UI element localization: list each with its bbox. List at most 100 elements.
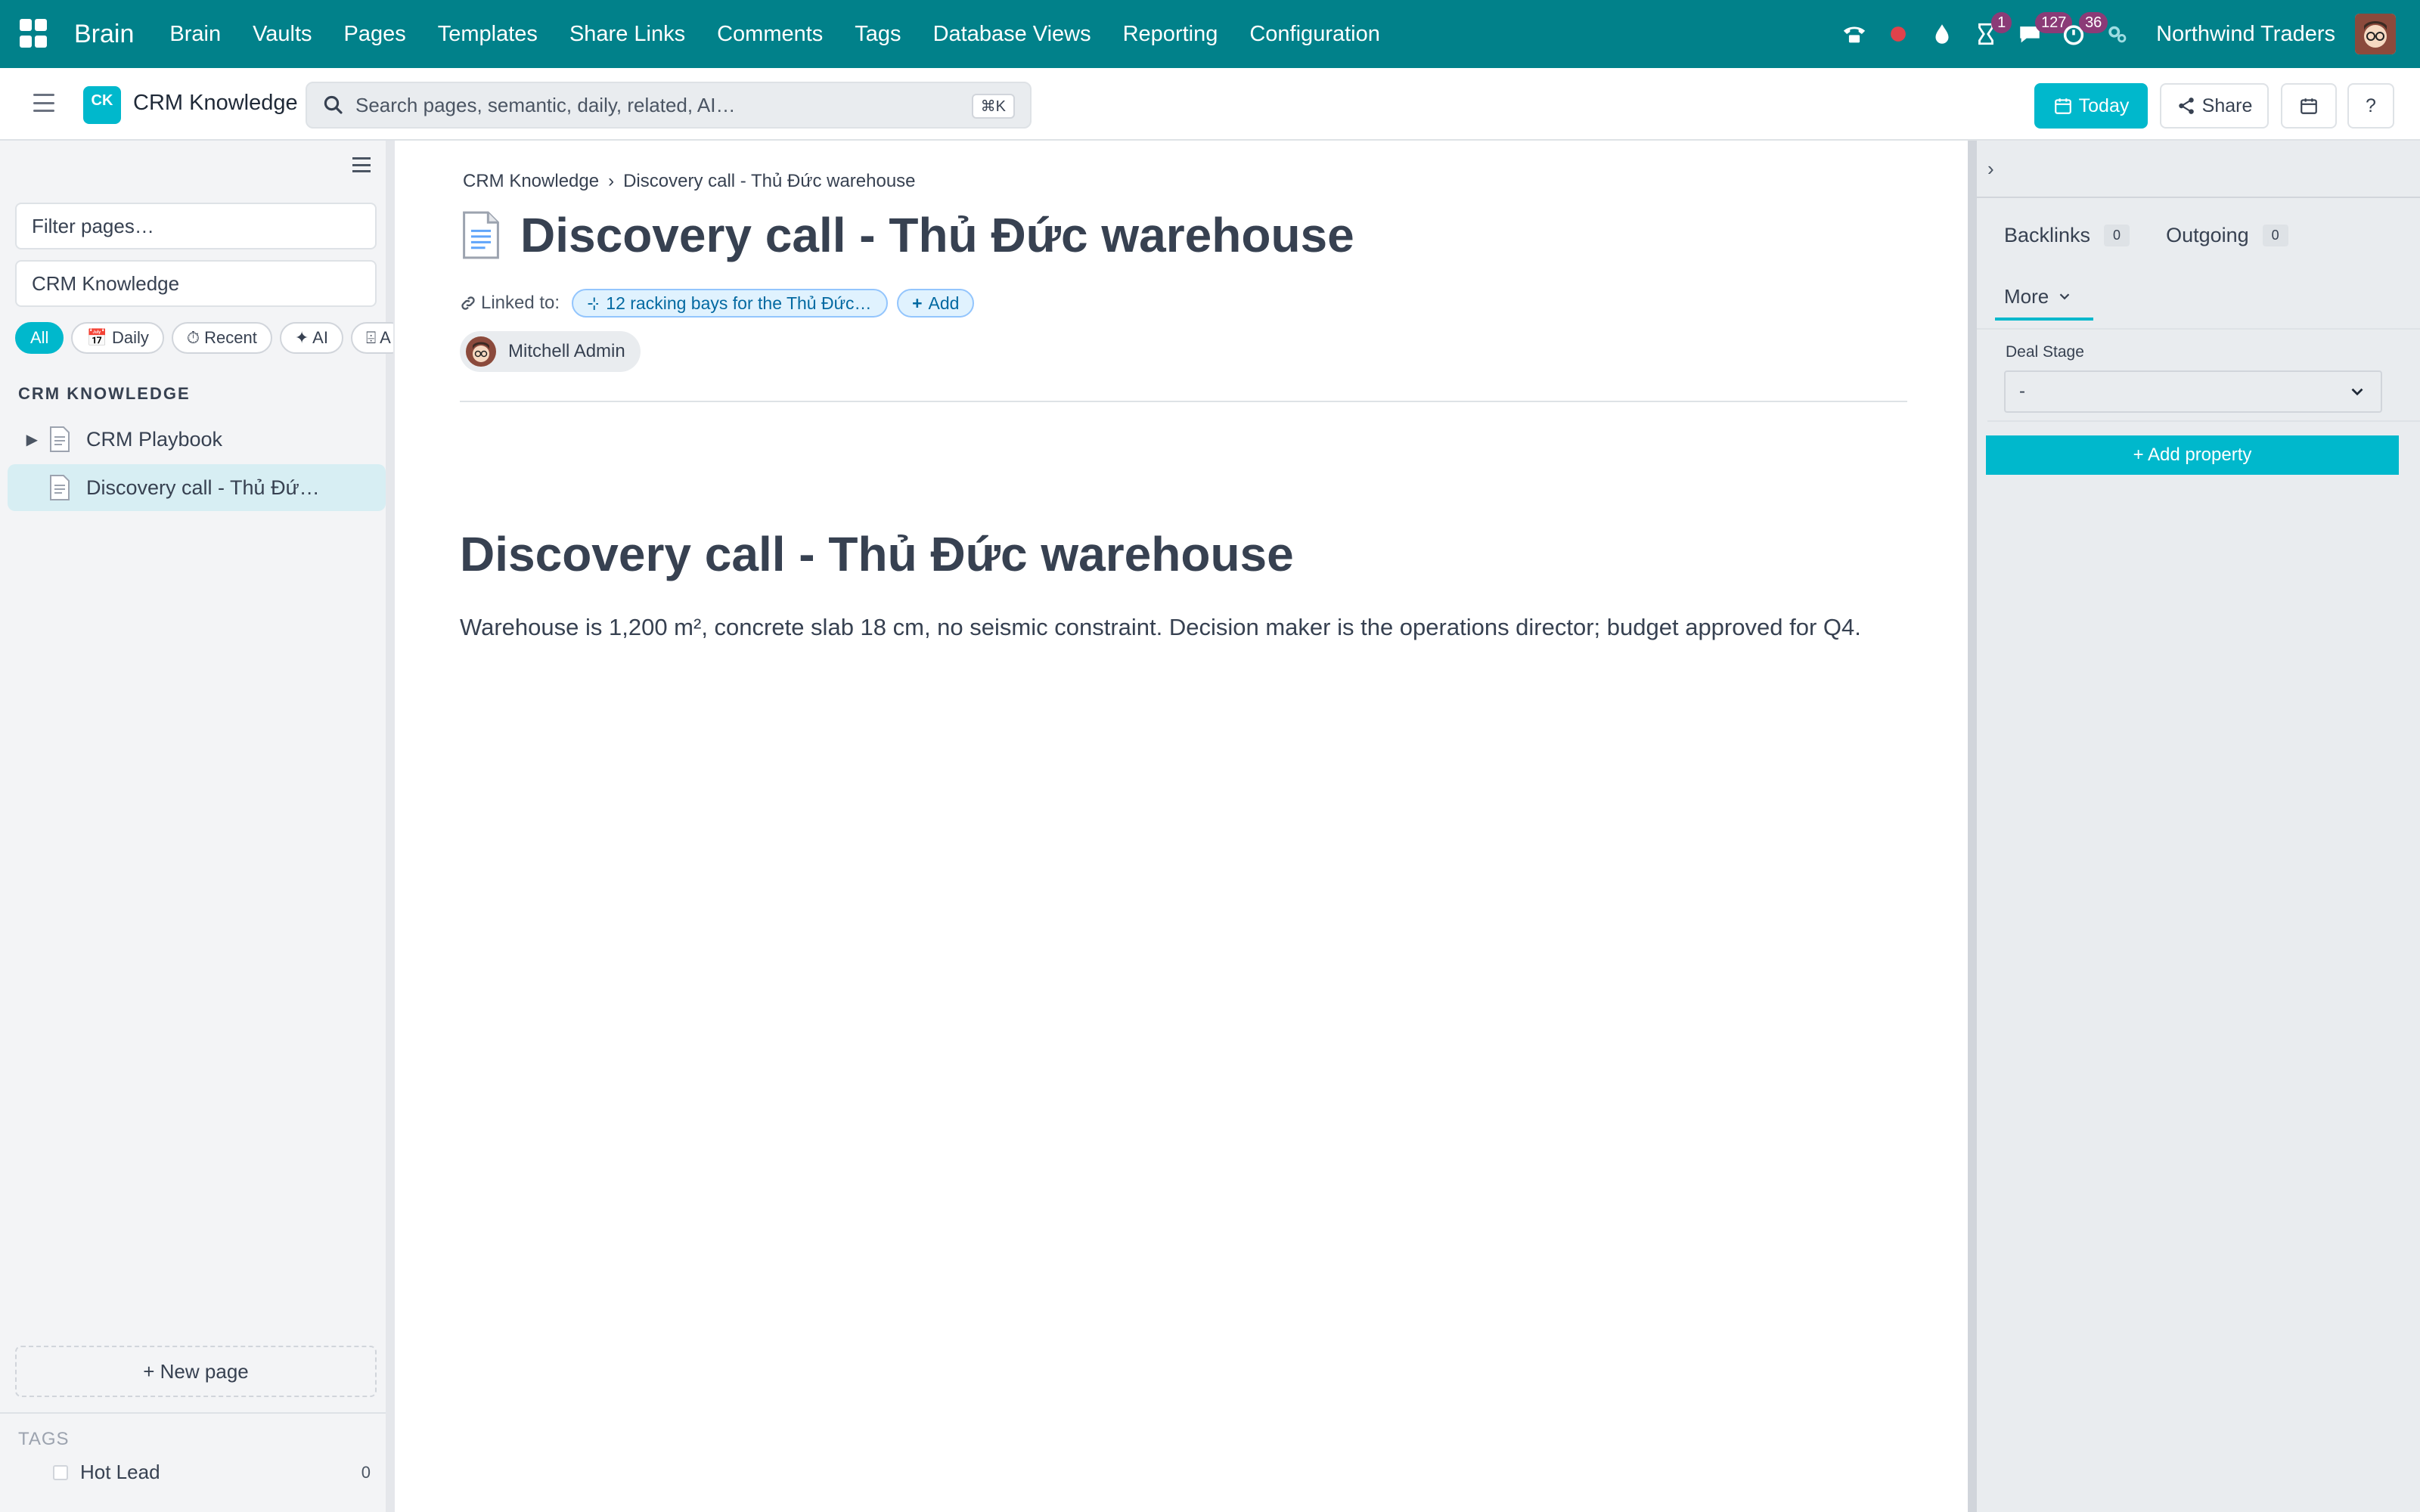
body-paragraph[interactable]: Warehouse is 1,200 m², concrete slab 18 … xyxy=(460,614,1861,641)
filter-pages-input[interactable] xyxy=(15,203,377,249)
record-status-icon[interactable] xyxy=(1876,0,1920,68)
breadcrumb-vault[interactable]: CRM Knowledge xyxy=(463,171,599,192)
timer-icon[interactable]: 36 xyxy=(2052,0,2108,68)
menu-brain[interactable]: Brain xyxy=(169,22,221,47)
add-property-button[interactable]: + Add property xyxy=(1986,435,2399,475)
menu-configuration[interactable]: Configuration xyxy=(1249,22,1380,47)
systray: 1 127 36 Northwind Traders xyxy=(1832,0,2420,68)
collapse-chevron-icon[interactable]: › xyxy=(1987,157,1994,181)
owner-chip[interactable]: Mitchell Admin xyxy=(460,331,641,372)
divider xyxy=(460,401,1907,402)
app-brand[interactable]: Brain xyxy=(74,20,134,49)
phone-icon[interactable] xyxy=(1832,0,1876,68)
tab-outgoing[interactable]: Outgoing 0 xyxy=(2166,224,2288,247)
add-link-button[interactable]: + Add xyxy=(897,289,975,318)
deal-stage-value: - xyxy=(2019,381,2025,401)
page-filter-pills: All 📅 Daily ⏱ Recent ✦ AI ⌹ A xyxy=(15,322,393,354)
page-document-icon[interactable] xyxy=(460,211,502,259)
menu-share-links[interactable]: Share Links xyxy=(569,22,685,47)
drop-icon[interactable] xyxy=(1920,0,1964,68)
linked-records: Linked to: ⊹ 12 racking bays for the Thủ… xyxy=(460,289,975,318)
outgoing-count: 0 xyxy=(2262,225,2288,246)
search-shortcut: ⌘K xyxy=(971,94,1015,119)
backlinks-label: Backlinks xyxy=(2004,224,2091,246)
menu-reporting[interactable]: Reporting xyxy=(1123,22,1218,47)
calendar-button[interactable] xyxy=(2281,83,2337,129)
pages-sidebar: All 📅 Daily ⏱ Recent ✦ AI ⌹ A CRM KNOWLE… xyxy=(0,141,395,1512)
tags-section-title: TAGS xyxy=(18,1429,70,1449)
deal-stage-select[interactable]: - xyxy=(2004,370,2382,413)
body-heading[interactable]: Discovery call - Thủ Đức warehouse xyxy=(460,526,1294,582)
search-icon xyxy=(324,95,343,114)
tree-item-crm-playbook[interactable]: ▶ CRM Playbook xyxy=(8,416,386,463)
pill-archive[interactable]: ⌹ A xyxy=(350,322,393,354)
sidebar-options-icon[interactable] xyxy=(352,157,371,172)
tag-count: 0 xyxy=(361,1462,371,1482)
search-input[interactable] xyxy=(355,93,960,117)
help-button[interactable]: ? xyxy=(2347,83,2394,129)
user-avatar[interactable] xyxy=(2355,14,2396,54)
owner-avatar xyxy=(466,336,496,367)
outgoing-label: Outgoing xyxy=(2166,224,2249,246)
link-tabs: Backlinks 0 Outgoing 0 xyxy=(2004,224,2288,247)
calendar-icon xyxy=(2301,98,2317,114)
tag-label: Hot Lead xyxy=(80,1461,160,1483)
backlinks-count: 0 xyxy=(2104,225,2130,246)
vault-selector-input[interactable] xyxy=(15,260,377,307)
tag-checkbox[interactable] xyxy=(53,1464,68,1480)
divider xyxy=(0,1412,386,1414)
apps-grid-icon[interactable] xyxy=(20,19,50,49)
expand-caret-icon[interactable]: ▶ xyxy=(8,430,48,449)
plus-icon: + xyxy=(912,293,923,313)
linked-record-chip[interactable]: ⊹ 12 racking bays for the Thủ Đức wareho… xyxy=(572,289,889,318)
menu-pages[interactable]: Pages xyxy=(344,22,406,47)
share-button[interactable]: Share xyxy=(2160,83,2269,129)
vault-title[interactable]: CRM Knowledge xyxy=(133,91,298,116)
today-label: Today xyxy=(2078,94,2130,116)
menu-toggle-icon[interactable] xyxy=(33,94,54,112)
crosshair-icon: ⊹ xyxy=(587,293,598,314)
today-button[interactable]: Today xyxy=(2034,83,2148,129)
document-icon xyxy=(50,426,70,452)
pill-recent[interactable]: ⏱ Recent xyxy=(171,322,272,354)
tree-item-label: Discovery call - Thủ Đức warehouse xyxy=(86,476,328,499)
top-navbar: Brain Brain Vaults Pages Templates Share… xyxy=(0,0,2420,68)
divider xyxy=(1977,328,2420,330)
company-name[interactable]: Northwind Traders xyxy=(2156,22,2335,47)
add-link-label: Add xyxy=(928,293,960,313)
menu-vaults[interactable]: Vaults xyxy=(253,22,312,47)
search-bar[interactable]: ⌘K xyxy=(306,82,1032,129)
page-title: Discovery call - Thủ Đức warehouse xyxy=(460,207,1354,263)
vault-logo: CK xyxy=(83,86,121,124)
control-panel: CK CRM Knowledge ⌘K Today Share ? xyxy=(0,68,2420,141)
more-label: More xyxy=(2004,284,2049,308)
page-editor: CRM Knowledge › Discovery call - Thủ Đức… xyxy=(395,141,1968,1512)
breadcrumb: CRM Knowledge › Discovery call - Thủ Đức… xyxy=(463,171,916,192)
page-title-text[interactable]: Discovery call - Thủ Đức warehouse xyxy=(520,207,1354,263)
vault-section-title: CRM KNOWLEDGE xyxy=(18,384,191,403)
top-menu: Brain Vaults Pages Templates Share Links… xyxy=(154,22,1395,47)
pill-daily[interactable]: 📅 Daily xyxy=(71,322,164,354)
tab-backlinks[interactable]: Backlinks 0 xyxy=(2004,224,2130,247)
tab-more[interactable]: More xyxy=(1995,275,2093,321)
menu-comments[interactable]: Comments xyxy=(717,22,823,47)
owner-name: Mitchell Admin xyxy=(508,341,625,361)
share-icon xyxy=(2178,98,2194,114)
properties-panel: › Backlinks 0 Outgoing 0 More Deal Stage… xyxy=(1968,141,2420,1512)
menu-tags[interactable]: Tags xyxy=(855,22,901,47)
menu-templates[interactable]: Templates xyxy=(438,22,538,47)
calendar-icon xyxy=(2054,98,2071,114)
panel-header: › xyxy=(1977,141,2420,198)
messages-icon[interactable]: 127 xyxy=(2008,0,2073,68)
settings-gears-icon[interactable] xyxy=(2096,0,2139,68)
activity-hourglass-icon[interactable]: 1 xyxy=(1964,0,2012,68)
pill-all[interactable]: All xyxy=(15,322,64,354)
tree-item-discovery-call[interactable]: Discovery call - Thủ Đức warehouse xyxy=(8,464,386,511)
deal-stage-label: Deal Stage xyxy=(2006,343,2084,361)
pill-ai[interactable]: ✦ AI xyxy=(279,322,343,354)
menu-database-views[interactable]: Database Views xyxy=(933,22,1091,47)
breadcrumb-separator: › xyxy=(608,171,615,191)
document-icon xyxy=(50,475,70,500)
tag-item-hot-lead[interactable]: Hot Lead 0 xyxy=(53,1461,371,1484)
new-page-button[interactable]: + New page xyxy=(15,1346,377,1397)
